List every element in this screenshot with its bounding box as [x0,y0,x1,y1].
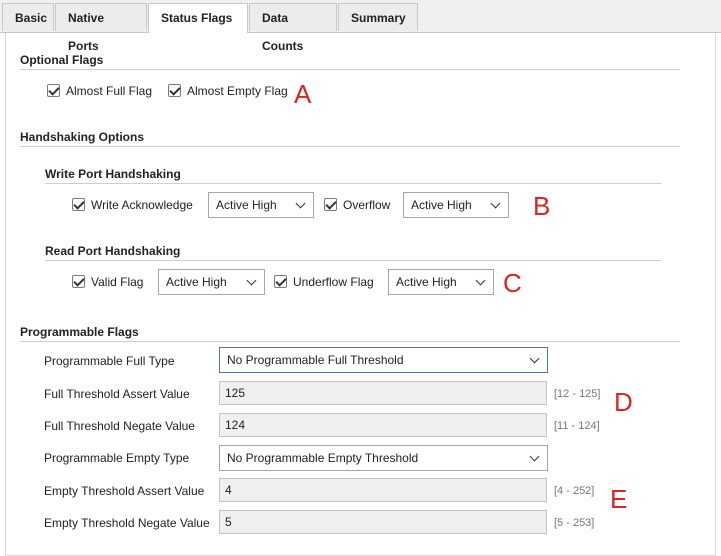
underflow-flag-select[interactable]: Active High [388,269,494,295]
annotation-d: D [614,387,633,417]
underflow-flag-checkbox[interactable] [274,275,287,288]
valid-flag-checkbox[interactable] [72,275,85,288]
write-port-divider [45,183,661,184]
underflow-flag-select-value: Active High [396,275,457,289]
tab-data-counts[interactable]: Data Counts [249,3,337,53]
programmable-heading: Programmable Flags [20,325,139,339]
write-port-heading: Write Port Handshaking [45,167,181,181]
full-type-select[interactable]: No Programmable Full Threshold [219,347,548,373]
chevron-down-icon [490,198,501,209]
full-assert-input[interactable]: 125 [219,381,547,405]
almost-empty-checkbox[interactable] [168,84,181,97]
write-ack-select-value: Active High [216,198,277,212]
empty-negate-input[interactable]: 5 [219,510,547,534]
tab-status-flags[interactable]: Status Flags [148,3,248,33]
almost-full-checkbox[interactable] [47,84,60,97]
empty-negate-range: [5 - 253] [554,517,595,529]
full-assert-range: [12 - 125] [554,388,601,400]
handshaking-divider [20,146,680,147]
overflow-select-value: Active High [411,198,472,212]
write-ack-checkbox[interactable] [72,198,85,211]
empty-type-select-value: No Programmable Empty Threshold [227,451,419,465]
full-negate-label: Full Threshold Negate Value [44,419,195,433]
overflow-label: Overflow [343,198,391,212]
annotation-a: A [294,79,312,109]
valid-flag-label: Valid Flag [91,275,144,289]
empty-assert-label: Empty Threshold Assert Value [44,484,205,498]
handshaking-heading: Handshaking Options [20,130,145,144]
empty-assert-input[interactable]: 4 [219,478,547,502]
full-type-label: Programmable Full Type [44,354,175,368]
overflow-checkbox[interactable] [324,198,337,211]
optional-flags-divider [20,69,680,70]
valid-flag-select-value: Active High [166,275,227,289]
read-port-heading: Read Port Handshaking [45,244,181,258]
annotation-b: B [533,191,551,221]
tab-summary[interactable]: Summary [338,3,418,31]
empty-assert-range: [4 - 252] [554,485,595,497]
full-assert-label: Full Threshold Assert Value [44,387,190,401]
tab-native-ports[interactable]: Native Ports [55,3,147,53]
annotation-e: E [610,484,628,514]
read-port-divider [45,260,661,261]
almost-full-label: Almost Full Flag [66,84,153,98]
annotation-c: C [503,268,522,298]
tab-basic[interactable]: Basic [2,3,54,31]
full-type-select-value: No Programmable Full Threshold [227,353,404,367]
optional-flags-heading: Optional Flags [20,53,104,67]
almost-empty-label: Almost Empty Flag [187,84,288,98]
chevron-down-icon [529,353,540,364]
chevron-down-icon [475,275,486,286]
full-negate-input[interactable]: 124 [219,413,547,437]
programmable-divider [20,341,680,342]
empty-type-label: Programmable Empty Type [44,451,190,465]
empty-negate-label: Empty Threshold Negate Value [44,516,210,530]
chevron-down-icon [246,275,257,286]
chevron-down-icon [529,451,540,462]
full-negate-range: [11 - 124] [554,420,600,432]
empty-type-select[interactable]: No Programmable Empty Threshold [219,445,548,471]
underflow-flag-label: Underflow Flag [293,275,374,289]
tab-bar: Basic Native Ports Status Flags Data Cou… [0,0,721,53]
write-ack-select[interactable]: Active High [208,192,314,218]
chevron-down-icon [295,198,306,209]
valid-flag-select[interactable]: Active High [158,269,265,295]
overflow-select[interactable]: Active High [403,192,509,218]
write-ack-label: Write Acknowledge [91,198,193,212]
